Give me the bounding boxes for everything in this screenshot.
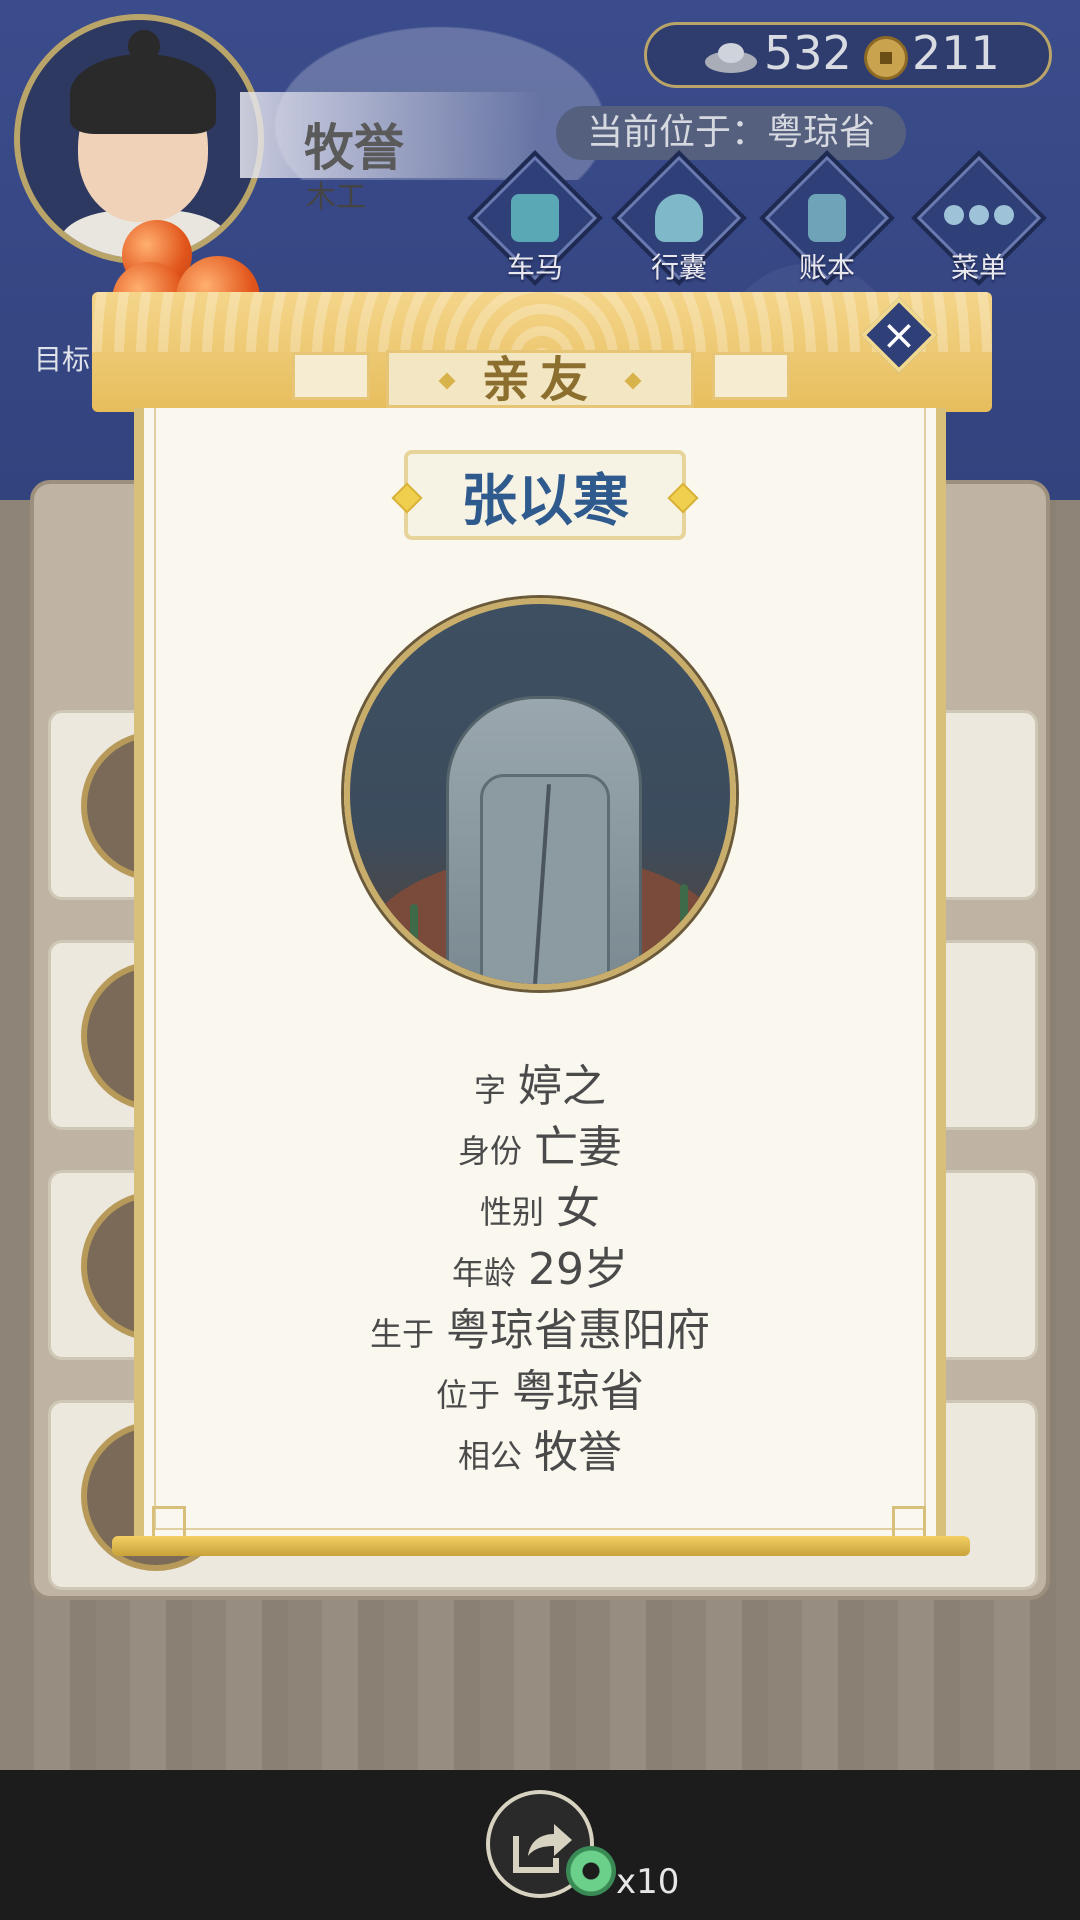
copper-coin-icon — [864, 36, 908, 80]
header-decor-box — [712, 352, 790, 400]
info-courtesy-name: 字婷之 — [473, 1061, 606, 1112]
info-gender: 性别女 — [479, 1183, 600, 1234]
info-location: 位于 粤琼省 — [435, 1366, 644, 1417]
info-husband: 相公 牧誉 — [457, 1427, 622, 1478]
menu-dots-icon — [944, 205, 1014, 225]
header-decor-box — [292, 352, 370, 400]
info-birthplace: 生于 粤琼省惠阳府 — [369, 1305, 710, 1356]
corner-ornament — [152, 1506, 186, 1540]
silver-ingot-icon — [705, 43, 757, 73]
gravestone-portrait — [344, 598, 736, 990]
bag-icon — [655, 194, 703, 242]
nav-button-bag[interactable]: 行囊 — [611, 150, 747, 290]
corner-ornament — [892, 1506, 926, 1540]
info-age: 年龄 29岁 — [451, 1244, 628, 1295]
carriage-icon — [511, 194, 559, 242]
nav-button-carriage[interactable]: 车马 — [467, 150, 603, 290]
copper-amount: 211 — [912, 26, 1000, 80]
goal-label: 目标 — [34, 343, 91, 376]
nav-button-ledger[interactable]: 账本 — [759, 150, 895, 290]
ledger-icon — [808, 194, 846, 242]
info-identity: 身份 亡妻 — [457, 1122, 622, 1173]
silver-amount: 532 — [764, 26, 852, 80]
player-job: 木工 — [306, 180, 366, 215]
jade-coin-icon — [566, 1846, 616, 1896]
close-icon: × — [881, 310, 917, 359]
player-name: 牧誉 — [304, 119, 404, 177]
share-icon — [513, 1824, 572, 1873]
relative-name: 张以寒 — [461, 469, 629, 534]
modal-title: 亲友 — [386, 350, 694, 408]
scroll-rod — [112, 1536, 970, 1556]
location-label: 当前位于：粤琼省 — [556, 106, 906, 160]
nav-button-menu[interactable]: 菜单 — [911, 150, 1047, 290]
reward-count: x10 — [616, 1862, 680, 1902]
